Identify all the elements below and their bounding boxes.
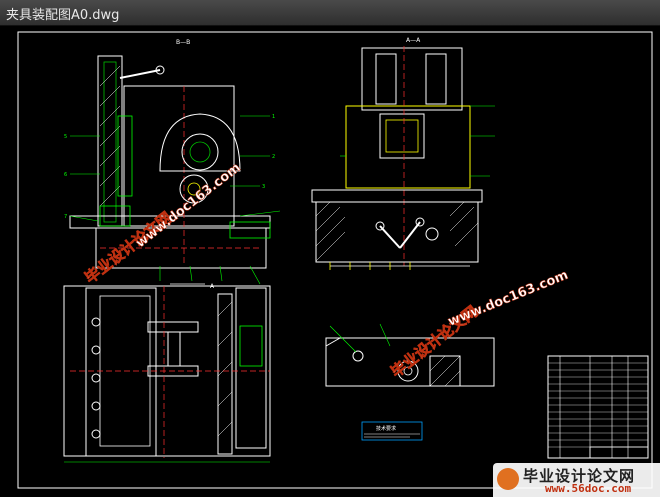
view-bb-section: B—B 567 123 <box>64 39 281 285</box>
svg-text:3: 3 <box>262 184 265 190</box>
view-aa-section: A—A <box>311 37 495 270</box>
svg-text:7: 7 <box>64 214 67 220</box>
watermark-right-url: www.doc163.com <box>446 267 571 330</box>
watermark-left-url: www.doc163.com <box>133 160 244 251</box>
window-title: 夹具装配图A0.dwg <box>6 8 120 23</box>
drawing-svg: B—B 567 123 A—A A 技术要求 毕业设计论文网 www.doc16… <box>17 31 653 489</box>
watermark-site-url: www.doc163.com <box>133 160 243 251</box>
site-logo-url: www.56doc.com <box>545 482 632 495</box>
svg-text:5: 5 <box>64 134 67 140</box>
technical-notes-header: 技术要求 <box>376 425 396 432</box>
section-label-aa: A—A <box>406 37 421 44</box>
svg-text:2: 2 <box>272 154 275 160</box>
section-label-bb: B—B <box>176 39 190 46</box>
site-logo: 毕业设计论文网 www.56doc.com <box>493 463 660 497</box>
svg-text:6: 6 <box>64 172 67 178</box>
view-plan: A <box>63 283 271 463</box>
title-block <box>547 355 649 459</box>
site-logo-icon <box>497 468 519 490</box>
window-title-bar[interactable]: 夹具装配图A0.dwg <box>0 0 660 26</box>
watermark-site-url-2: www.doc163.com <box>446 268 571 330</box>
svg-text:1: 1 <box>272 114 275 120</box>
cad-drawing-canvas[interactable]: B—B 5 6 7 1 2 3 A—A A 技术要求 毕业设计论文网 www.d… <box>0 26 660 497</box>
view-side-bottom: 技术要求 <box>325 323 495 441</box>
